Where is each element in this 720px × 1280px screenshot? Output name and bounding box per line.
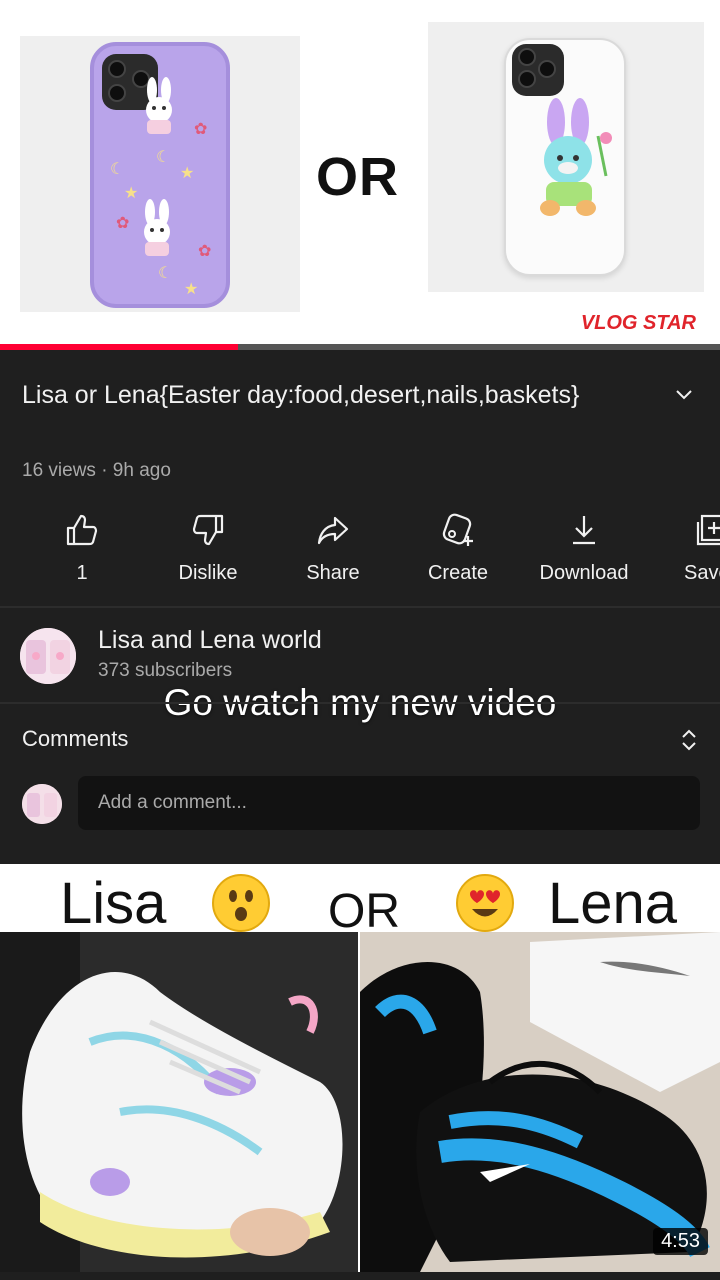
heart-eyes-face-icon	[456, 874, 514, 932]
youtube-watch-page: ✿ ✿ ✿ ☾ ★ ★ ☾ ★ ☾ OR VLOG STAR Lisa or L…	[0, 0, 720, 1280]
video-title[interactable]: Lisa or Lena{Easter day:food,desert,nail…	[22, 376, 642, 415]
action-bar: 1 Dislike Share Create Download Sav	[0, 510, 720, 600]
moon-icon: ☾	[158, 265, 173, 282]
divider	[0, 702, 720, 704]
bunny-icon	[540, 98, 612, 216]
subscriber-count: 373 subscribers	[98, 660, 233, 681]
bunny-icon	[146, 77, 172, 134]
comments-heading[interactable]: Comments	[22, 726, 128, 752]
flower-icon: ✿	[194, 121, 208, 138]
surprised-face-icon	[212, 874, 270, 932]
video-duration-badge: 4:53	[653, 1228, 708, 1255]
expand-collapse-icon[interactable]	[678, 726, 700, 754]
like-button[interactable]: 1	[22, 510, 142, 585]
create-scissors-icon	[442, 513, 473, 546]
thumbnail-left-name: Lisa	[60, 871, 167, 936]
pastel-sneaker-photo	[0, 932, 358, 1272]
black-blue-sneaker-photo	[360, 932, 720, 1272]
white-bunny-phone-case	[504, 38, 626, 276]
thumbnail-or-label: OR	[328, 885, 400, 938]
divider	[0, 606, 720, 608]
video-progress-bar[interactable]	[0, 344, 720, 350]
flower-icon: ✿	[198, 243, 212, 260]
share-label: Share	[306, 562, 360, 584]
download-button[interactable]: Download	[524, 510, 644, 585]
bottom-strip	[0, 1272, 720, 1280]
star-icon: ★	[124, 185, 139, 202]
share-icon	[317, 516, 349, 545]
next-video-thumbnail[interactable]: Lisa OR Lena	[0, 864, 720, 1272]
progress-fill	[0, 344, 238, 350]
video-player-thumbnail[interactable]: ✿ ✿ ✿ ☾ ★ ★ ☾ ★ ☾ OR VLOG STAR	[0, 0, 720, 344]
flower-icon: ✿	[116, 215, 130, 232]
channel-avatar[interactable]	[20, 628, 76, 684]
or-label: OR	[316, 147, 399, 207]
create-label: Create	[427, 562, 489, 584]
download-icon	[573, 516, 595, 545]
dislike-button[interactable]: Dislike	[148, 510, 268, 585]
thumbs-down-icon	[192, 514, 224, 546]
user-avatar	[22, 784, 62, 824]
save-playlist-icon	[696, 514, 720, 546]
star-icon: ★	[180, 165, 195, 182]
bunny-icon	[144, 199, 170, 256]
vlog-star-watermark: VLOG STAR	[580, 312, 696, 334]
save-button[interactable]: Save	[650, 510, 720, 585]
moon-icon: ☾	[156, 149, 171, 166]
chevron-down-icon[interactable]	[672, 382, 696, 406]
like-count: 1	[76, 562, 88, 584]
channel-name[interactable]: Lisa and Lena world	[98, 626, 322, 655]
add-comment-input[interactable]: Add a comment...	[78, 776, 700, 830]
share-button[interactable]: Share	[273, 510, 393, 585]
dislike-label: Dislike	[178, 562, 238, 584]
download-label: Download	[539, 562, 629, 584]
video-meta: 16 views · 9h ago	[22, 460, 171, 481]
camera-module	[512, 44, 564, 96]
save-label: Save	[684, 562, 720, 584]
lilac-bunny-phone-case: ✿ ✿ ✿ ☾ ★ ★ ☾ ★ ☾	[90, 42, 230, 308]
thumbs-up-icon	[66, 514, 98, 546]
star-icon: ★	[184, 281, 199, 298]
thumbnail-right-name: Lena	[548, 871, 678, 936]
create-button[interactable]: Create	[398, 510, 518, 585]
moon-icon: ☾	[110, 161, 125, 178]
